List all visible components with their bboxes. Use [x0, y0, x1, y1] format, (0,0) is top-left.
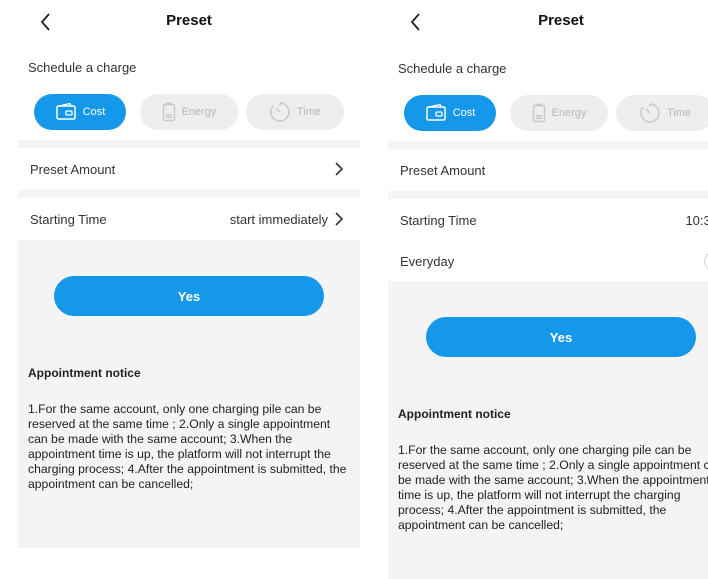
preset-amount-label: Preset Amount: [30, 162, 116, 177]
schedule-label: Schedule a charge: [398, 61, 507, 76]
timer-icon: [270, 102, 290, 122]
page-title: Preset: [538, 12, 584, 29]
starting-time-row[interactable]: Starting Time start immediately: [18, 198, 360, 240]
preset-amount-row[interactable]: Preset Amount: [388, 149, 708, 191]
segment-energy-label: Energy: [181, 106, 217, 118]
segment-energy[interactable]: Energy: [140, 94, 238, 130]
segment-time-label: Time: [296, 106, 322, 118]
yes-button[interactable]: Yes: [54, 276, 324, 316]
segment-energy[interactable]: Energy: [510, 95, 608, 131]
wallet-icon: [55, 103, 76, 120]
timer-icon: [640, 103, 660, 123]
schedule-label: Schedule a charge: [28, 60, 137, 75]
starting-time-row[interactable]: Starting Time 10:37: [388, 199, 708, 241]
yes-button[interactable]: Yes: [426, 317, 696, 357]
everyday-row: Everyday: [388, 241, 708, 281]
wallet-icon: [425, 104, 446, 121]
battery-icon: [162, 102, 175, 122]
header: Preset: [388, 0, 708, 44]
page-title: Preset: [166, 12, 212, 29]
chevron-right-icon: [335, 212, 344, 226]
segment-time[interactable]: Time: [246, 94, 344, 130]
notice-body: 1.For the same account, only one chargin…: [28, 402, 347, 491]
divider: [18, 190, 360, 198]
starting-time-label: Starting Time: [30, 212, 107, 227]
notice-body: 1.For the same account, only one chargin…: [398, 443, 708, 532]
everyday-toggle[interactable]: [704, 251, 708, 271]
divider: [388, 141, 708, 149]
header: Preset: [18, 0, 360, 44]
segment-cost-label: Cost: [82, 106, 106, 118]
segment-energy-label: Energy: [551, 107, 587, 119]
preset-screen-right: Preset Schedule a charge Cost Energy Tim…: [388, 0, 708, 579]
segment-time[interactable]: Time: [616, 95, 708, 131]
segment-cost[interactable]: Cost: [404, 95, 496, 131]
segment-cost[interactable]: Cost: [34, 94, 126, 130]
segment-cost-label: Cost: [452, 107, 476, 119]
starting-time-value: 10:37: [685, 213, 708, 228]
starting-time-value: start immediately: [229, 212, 328, 227]
divider: [18, 140, 360, 148]
chevron-right-icon: [335, 162, 344, 176]
segment-time-label: Time: [666, 107, 692, 119]
starting-time-label: Starting Time: [400, 213, 477, 228]
preset-amount-label: Preset Amount: [400, 163, 486, 178]
content-area: Yes Appointment notice 1.For the same ac…: [18, 240, 360, 548]
content-area: Yes Appointment notice 1.For the same ac…: [388, 281, 708, 579]
everyday-label: Everyday: [400, 254, 455, 269]
battery-icon: [532, 103, 545, 123]
preset-amount-row[interactable]: Preset Amount: [18, 148, 360, 190]
notice-title: Appointment notice: [398, 407, 511, 421]
preset-screen-left: Preset Schedule a charge Cost Energy Tim…: [18, 0, 360, 579]
notice-title: Appointment notice: [28, 366, 141, 380]
divider: [388, 191, 708, 199]
